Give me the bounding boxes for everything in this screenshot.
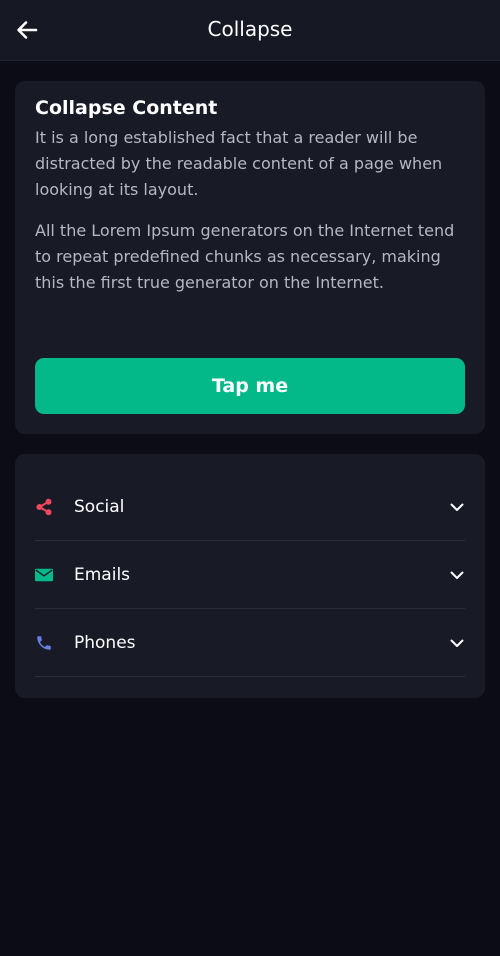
- app-header: Collapse: [0, 0, 500, 61]
- accordion-item-emails[interactable]: Emails: [35, 541, 465, 609]
- accordion-item-phones[interactable]: Phones: [35, 609, 465, 677]
- share-icon: [35, 498, 53, 516]
- page-title: Collapse: [207, 17, 293, 41]
- paragraph-1: It is a long established fact that a rea…: [35, 128, 443, 199]
- chevron-down-icon[interactable]: [449, 567, 465, 583]
- chevron-down-icon[interactable]: [449, 635, 465, 651]
- accordion-label-phones: Phones: [74, 633, 136, 653]
- envelope-icon: [35, 566, 53, 584]
- paragraph-2: All the Lorem Ipsum generators on the In…: [35, 221, 455, 292]
- card-title: Collapse Content: [35, 97, 218, 119]
- accordion-card: Social Emails Phones: [15, 454, 485, 698]
- tap-me-button[interactable]: Tap me: [35, 358, 465, 414]
- accordion-label-emails: Emails: [74, 565, 131, 585]
- collapse-content-card: Collapse Content It is a long establishe…: [15, 81, 485, 434]
- accordion-label-social: Social: [74, 497, 125, 517]
- phone-icon: [35, 634, 53, 652]
- chevron-down-icon[interactable]: [449, 499, 465, 515]
- accordion-item-social[interactable]: Social: [35, 473, 465, 541]
